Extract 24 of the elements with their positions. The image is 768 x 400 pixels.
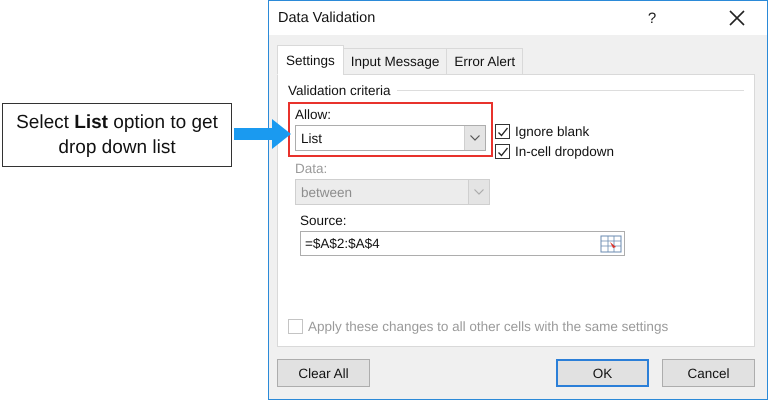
arrow-icon — [234, 119, 291, 149]
field-label: Source: — [300, 213, 348, 228]
dialog-button[interactable]: Clear All — [277, 359, 370, 387]
group-label: Validation criteria — [288, 83, 391, 98]
field-label: Data: — [295, 161, 328, 176]
close-icon[interactable] — [729, 10, 745, 26]
checkbox[interactable] — [495, 144, 510, 159]
range-picker-icon[interactable] — [600, 234, 622, 252]
dialog-button[interactable]: Cancel — [662, 359, 755, 387]
help-button[interactable]: ? — [637, 10, 667, 26]
checkbox-option[interactable]: In-cell dropdown — [495, 144, 614, 159]
checkbox[interactable] — [495, 124, 510, 139]
chevron-icon — [474, 189, 484, 195]
tab[interactable]: Settings — [277, 45, 344, 75]
callout-note: Select List option to get drop down list — [2, 103, 232, 167]
tab[interactable]: Error Alert — [446, 48, 524, 75]
chevron-icon — [470, 135, 480, 141]
source-field[interactable]: =$A$2:$A$4 — [300, 231, 625, 256]
window-title: Data Validation — [278, 10, 376, 26]
field-label: Allow: — [295, 107, 332, 122]
allow-dropdown[interactable]: List — [295, 125, 486, 151]
tab[interactable]: Input Message — [342, 48, 448, 75]
checkbox-option[interactable]: Ignore blank — [495, 124, 614, 139]
dialog-button[interactable]: OK — [556, 359, 649, 387]
